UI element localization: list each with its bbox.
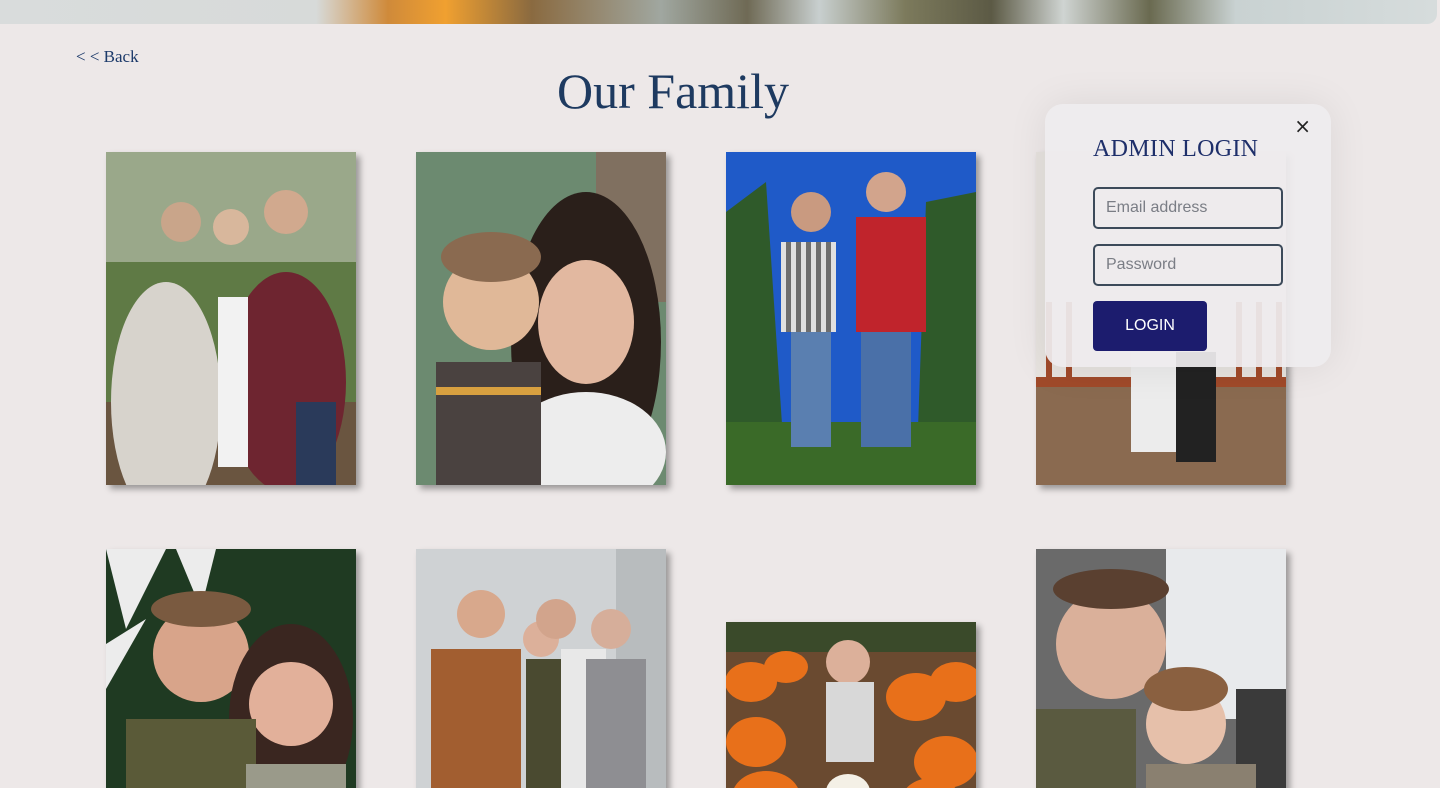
- login-button[interactable]: LOGIN: [1093, 301, 1207, 351]
- admin-login-modal: × ADMIN LOGIN LOGIN: [1045, 104, 1331, 367]
- family-page: < < Back Our Family × ADMIN LOGIN Email …: [0, 0, 1440, 788]
- header-banner-image: [0, 0, 1437, 24]
- family-photo-1[interactable]: [106, 152, 356, 485]
- family-photo-6[interactable]: [416, 549, 666, 788]
- family-photo-7[interactable]: [726, 622, 976, 788]
- family-photo-5[interactable]: [106, 549, 356, 788]
- close-icon[interactable]: ×: [1294, 114, 1311, 138]
- email-field[interactable]: [1093, 187, 1283, 229]
- modal-title: ADMIN LOGIN: [1093, 136, 1259, 162]
- family-photo-8[interactable]: [1036, 549, 1286, 788]
- family-photo-2[interactable]: [416, 152, 666, 485]
- family-photo-3[interactable]: [726, 152, 976, 485]
- password-field[interactable]: [1093, 244, 1283, 286]
